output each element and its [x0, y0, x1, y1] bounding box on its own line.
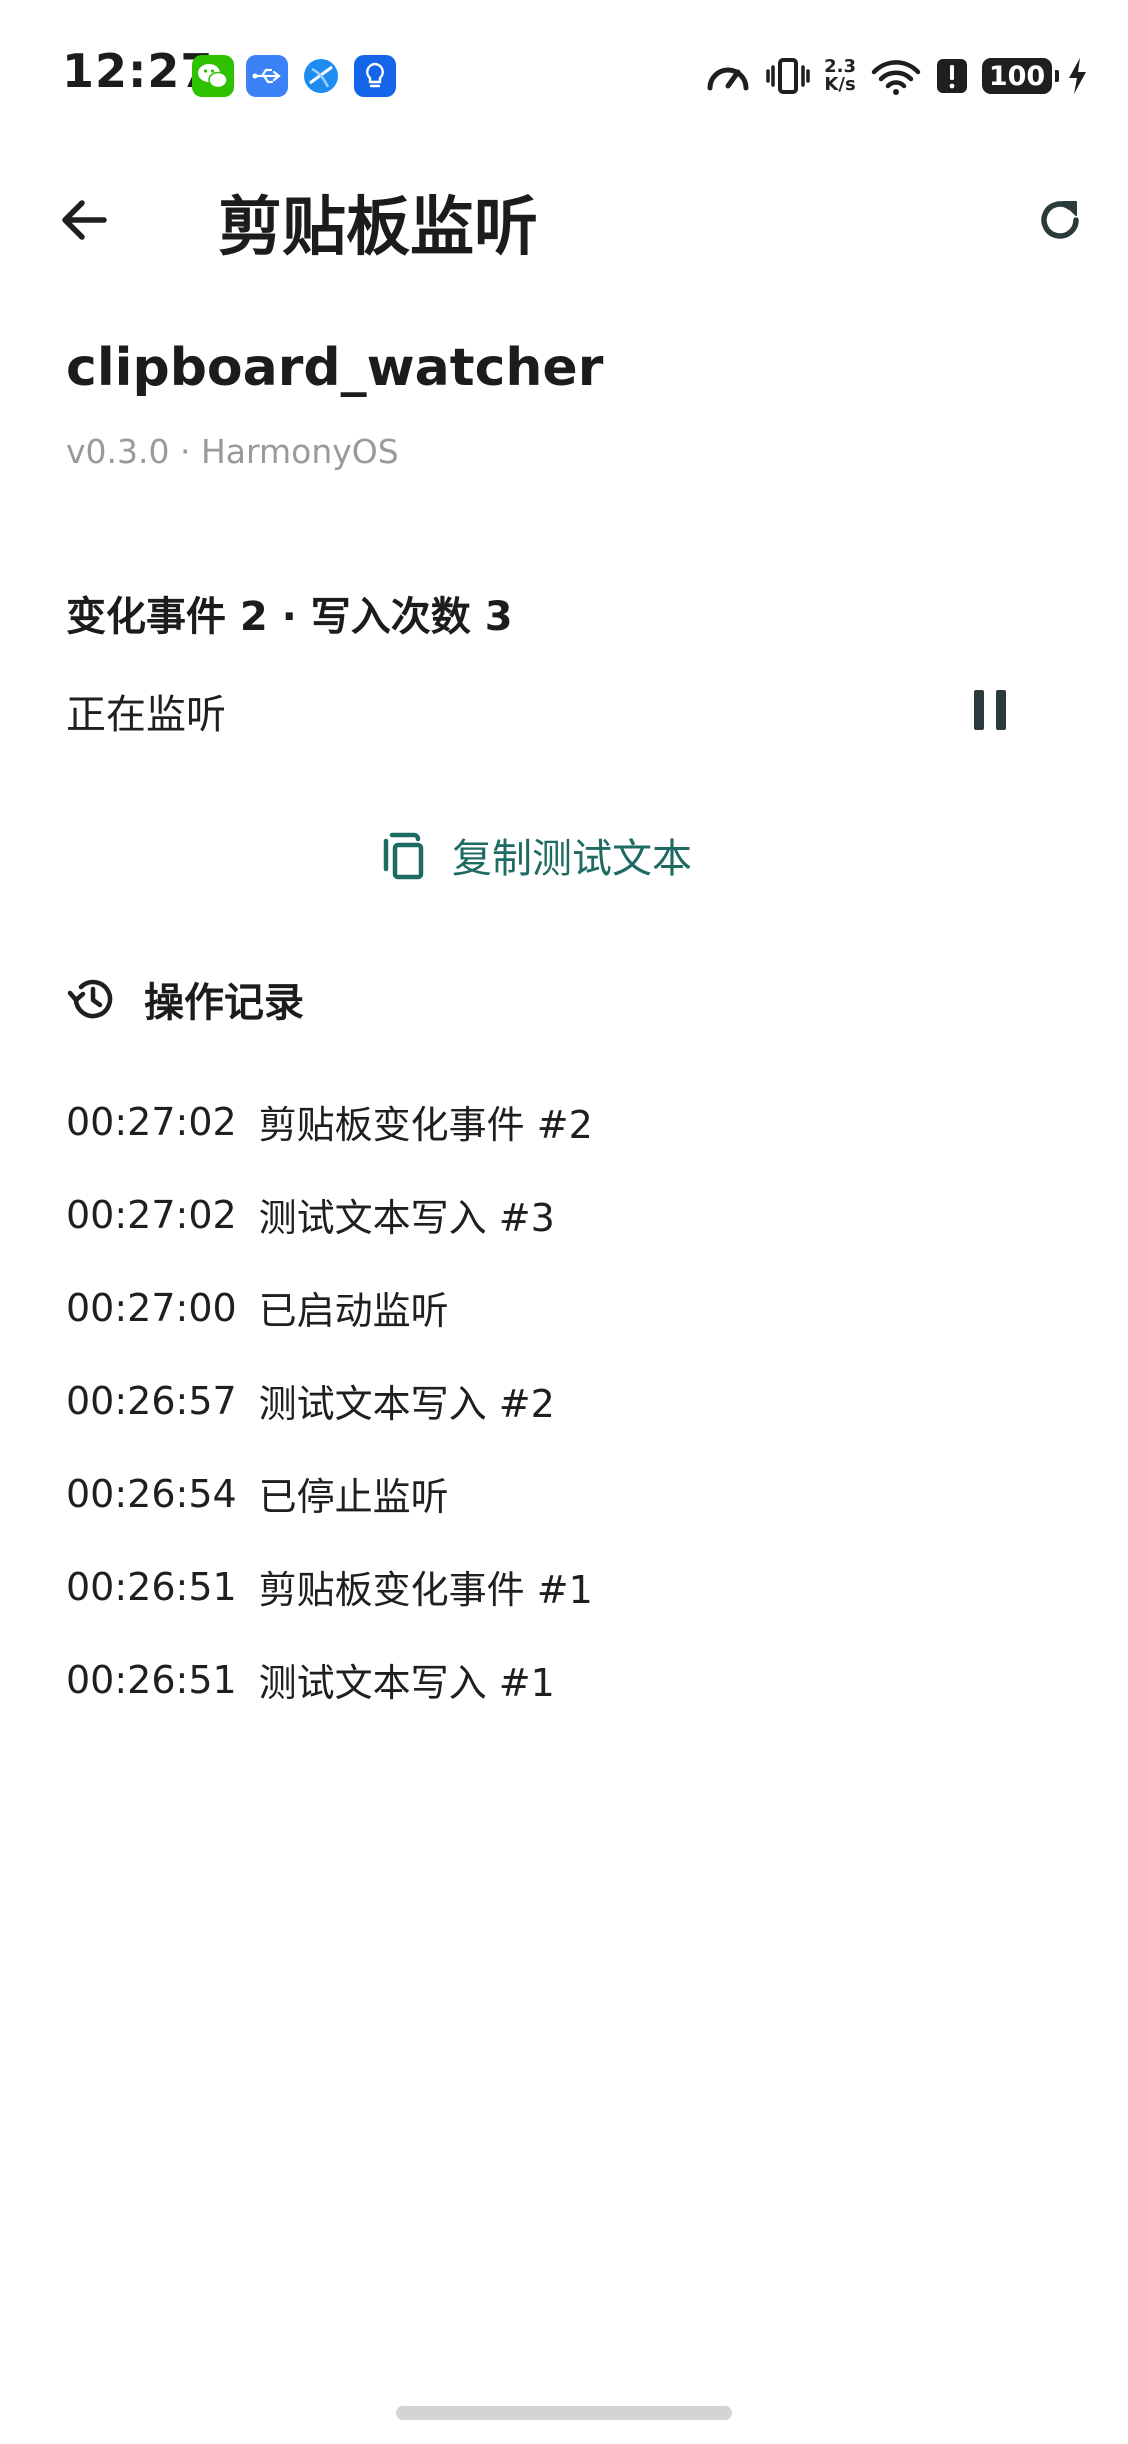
list-item: 00:27:02 剪贴板变化事件 #2: [66, 1075, 593, 1168]
event-counts: 变化事件 2 · 写入次数 3: [66, 594, 513, 640]
list-item: 00:26:54 已停止监听: [66, 1447, 593, 1540]
tips-bulb-icon: [354, 55, 396, 97]
log-time: 00:27:02: [66, 1099, 237, 1144]
list-item: 00:27:02 测试文本写入 #3: [66, 1168, 593, 1261]
alert-icon: [937, 59, 967, 93]
copy-icon: [383, 832, 424, 880]
log-text: 剪贴板变化事件 #2: [258, 1103, 593, 1147]
log-time: 00:26:51: [66, 1657, 237, 1702]
vibrate-icon: [766, 58, 810, 94]
usb-icon: [246, 55, 288, 97]
arrow-left-icon: [62, 200, 107, 240]
network-speed: 2.3 K/s: [824, 58, 856, 94]
log-time: 00:26:54: [66, 1471, 237, 1516]
history-header: 操作记录: [66, 970, 304, 1028]
log-time: 00:27:00: [66, 1285, 237, 1330]
refresh-icon: [1041, 201, 1079, 239]
log-text: 已停止监听: [258, 1475, 449, 1519]
log-text: 测试文本写入 #2: [258, 1382, 555, 1426]
status-indicators: 2.3 K/s 100: [704, 52, 1088, 100]
status-bar: 12:27 2.3 K/s 100: [0, 0, 1128, 150]
app-bar: 剪贴板监听: [0, 150, 1128, 280]
list-item: 00:26:51 测试文本写入 #1: [66, 1633, 593, 1726]
history-list: 00:27:02 剪贴板变化事件 #2 00:27:02 测试文本写入 #3 00:…: [66, 1075, 593, 1726]
pause-icon: [974, 690, 1006, 730]
home-indicator[interactable]: [396, 2406, 732, 2420]
log-time: 00:26:51: [66, 1564, 237, 1609]
log-text: 剪贴板变化事件 #1: [258, 1568, 593, 1612]
network-speed-unit: K/s: [824, 74, 856, 95]
wechat-icon: [192, 55, 234, 97]
package-name: clipboard_watcher: [66, 338, 604, 398]
refresh-button[interactable]: [1020, 180, 1100, 260]
pause-listening-button[interactable]: [950, 678, 1030, 742]
package-meta: v0.3.0 · HarmonyOS: [66, 432, 399, 471]
page-title: 剪贴板监听: [218, 191, 538, 265]
charging-bolt-icon: [1069, 58, 1086, 94]
performance-gauge-icon: [707, 67, 749, 91]
back-button[interactable]: [44, 180, 124, 260]
wifi-icon: [871, 60, 921, 95]
log-time: 00:27:02: [66, 1192, 237, 1237]
browser-icon: [300, 55, 342, 97]
status-time: 12:27: [62, 44, 214, 98]
log-text: 已启动监听: [258, 1289, 449, 1333]
list-item: 00:27:00 已启动监听: [66, 1261, 593, 1354]
copy-test-text-label: 复制测试文本: [452, 836, 692, 882]
log-text: 测试文本写入 #1: [258, 1661, 555, 1705]
history-icon: [67, 979, 113, 1019]
listening-status-label: 正在监听: [66, 692, 226, 738]
history-title: 操作记录: [144, 980, 304, 1026]
list-item: 00:26:51 剪贴板变化事件 #1: [66, 1540, 593, 1633]
log-text: 测试文本写入 #3: [258, 1196, 555, 1240]
list-item: 00:26:57 测试文本写入 #2: [66, 1354, 593, 1447]
listening-status-row: 正在监听: [0, 660, 1128, 760]
battery-indicator: 100: [982, 58, 1059, 94]
copy-test-text-button[interactable]: 复制测试文本: [380, 810, 692, 900]
log-time: 00:26:57: [66, 1378, 237, 1423]
